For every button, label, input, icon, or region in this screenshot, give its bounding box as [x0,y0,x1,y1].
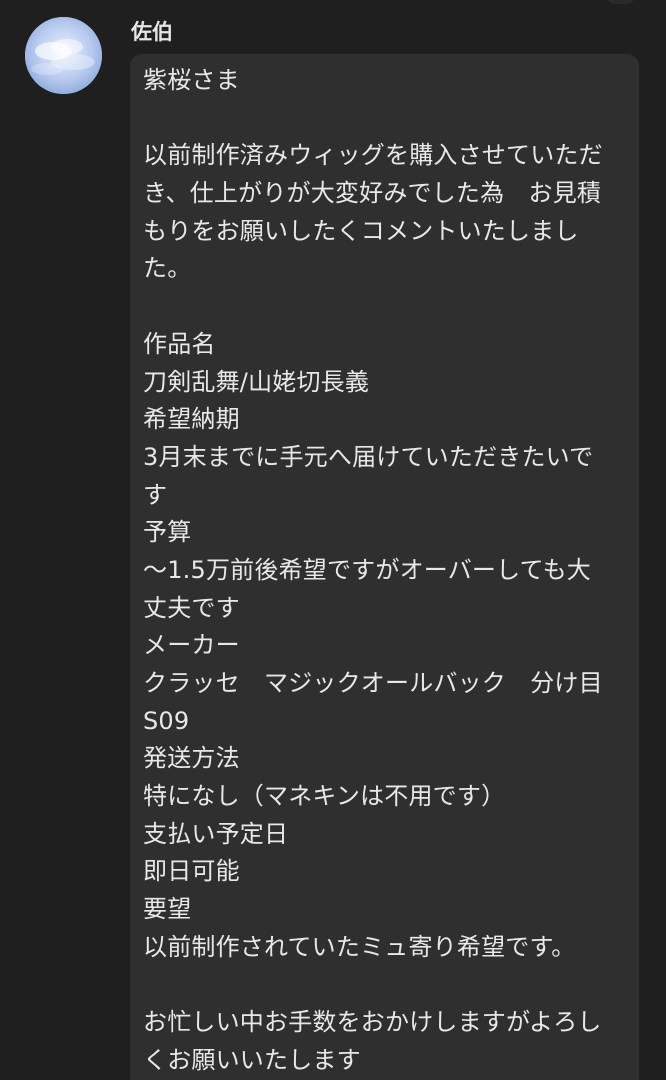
message-line: す [143,480,168,509]
message-line: 以前制作されていたミュ寄り希望です。 [143,932,576,961]
message-line: た。 [143,254,192,283]
message-line: 3月末までに手元へ届けていただきたいで [143,442,594,471]
message-line: もりをお願いしたくコメントいたしまし [143,216,579,245]
message-line: 丈夫です [143,593,240,622]
message-line [143,100,633,138]
message-line [143,288,633,326]
message-body: 紫桜さま 以前制作済みウィッグを購入させていただ き、仕上がりが大変好みでした為… [143,62,633,1080]
avatar[interactable] [25,17,102,94]
message-line: 特になし（マネキンは不用です） [143,782,506,811]
message-line [143,967,633,1005]
sender-name[interactable]: 佐伯 [131,18,173,46]
message-line: お忙しい中お手数をおかけしますがよろし [143,1008,602,1037]
chat-message-row: 佐伯 紫桜さま 以前制作済みウィッグを購入させていただ き、仕上がりが大変好みで… [0,0,666,1080]
message-line: 発送方法 [143,744,240,773]
message-line: 〜1.5万前後希望ですがオーバーしても大 [143,555,592,584]
message-line: 紫桜さま [143,66,240,94]
message-line: 以前制作済みウィッグを購入させていただ [143,141,603,170]
message-line: クラッセ マジックオールバック 分け目 [143,669,603,697]
message-line: メーカー [143,631,240,660]
message-line: 支払い予定日 [143,819,289,848]
message-line: 作品名 [143,329,216,358]
message-line: 予算 [143,518,192,547]
message-line: 刀剣乱舞/山姥切長義 [143,367,370,396]
message-line: S09 [143,706,190,735]
message-line: くお願いいたします [143,1045,361,1074]
cloud-sky-avatar-icon [25,17,102,94]
message-line: 即日可能 [143,857,240,886]
message-line: 希望納期 [143,405,240,434]
previous-message-corner [606,0,636,4]
message-line: き、仕上がりが大変好みでした為 お見積 [143,179,602,208]
message-line: 要望 [143,895,192,924]
